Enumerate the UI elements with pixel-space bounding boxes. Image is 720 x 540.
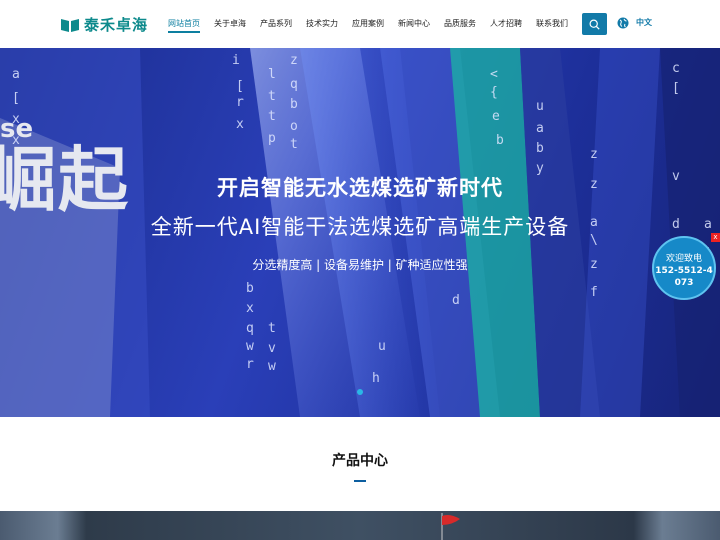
svg-text:e: e (492, 109, 500, 124)
svg-text:b: b (496, 133, 504, 148)
svg-text:z: z (290, 53, 298, 68)
svg-text:[: [ (12, 91, 20, 106)
main-nav: 网站首页 关于卓海 产品系列 技术实力 应用案例 新闻中心 品质服务 人才招聘 … (168, 0, 568, 48)
svg-text:t: t (268, 109, 276, 124)
product-banner[interactable] (0, 511, 720, 540)
page: 泰禾卓海 网站首页 关于卓海 产品系列 技术实力 应用案例 新闻中心 品质服务 … (0, 0, 720, 540)
svg-text:<: < (490, 67, 498, 82)
svg-text:l: l (268, 67, 276, 82)
svg-text:q: q (290, 77, 298, 92)
slider-dot[interactable] (357, 389, 363, 395)
nav-item-careers[interactable]: 人才招聘 (490, 0, 522, 48)
svg-text:[: [ (672, 81, 680, 96)
svg-text:a: a (536, 121, 544, 136)
svg-text:q: q (246, 321, 254, 336)
title-underline (354, 480, 366, 482)
svg-text:h: h (372, 371, 380, 386)
svg-text:b: b (536, 141, 544, 156)
svg-text:r: r (246, 357, 254, 372)
hotline-close-button[interactable]: x (711, 233, 720, 242)
nav-item-service[interactable]: 品质服务 (444, 0, 476, 48)
svg-text:v: v (268, 341, 276, 356)
hotline-widget[interactable]: 欢迎致电 152-5512-4073 (652, 236, 716, 300)
flag-icon (441, 513, 460, 540)
svg-text:a: a (12, 67, 20, 82)
svg-text:x: x (246, 301, 254, 316)
brand-name: 泰禾卓海 (84, 16, 149, 34)
nav-item-contact[interactable]: 联系我们 (536, 0, 568, 48)
svg-text:p: p (268, 131, 276, 146)
search-icon (589, 18, 600, 30)
svg-text:u: u (378, 339, 386, 354)
svg-text:z: z (590, 147, 598, 162)
svg-text:[: [ (236, 79, 244, 94)
products-title: 产品中心 (332, 453, 388, 469)
svg-text:t: t (268, 89, 276, 104)
globe-icon[interactable] (617, 17, 629, 29)
svg-text:r: r (236, 95, 244, 110)
svg-text:x: x (236, 117, 244, 132)
language-switch[interactable]: 中文 (636, 17, 652, 29)
hero-title: 开启智能无水选煤选矿新时代 (217, 176, 503, 200)
svg-text:b: b (246, 281, 254, 296)
svg-text:w: w (246, 339, 254, 354)
hotline-phone: 152-5512-4073 (655, 266, 713, 288)
search-button[interactable] (582, 13, 607, 35)
site-header: 泰禾卓海 网站首页 关于卓海 产品系列 技术实力 应用案例 新闻中心 品质服务 … (0, 0, 720, 48)
nav-item-home[interactable]: 网站首页 (168, 0, 200, 48)
svg-text:{: { (490, 85, 498, 100)
svg-text:b: b (290, 97, 298, 112)
hero-subtitle: 全新一代AI智能干法选煤选矿高端生产设备 (150, 215, 570, 239)
svg-text:o: o (290, 119, 298, 134)
svg-text:w: w (268, 359, 276, 374)
nav-item-products[interactable]: 产品系列 (260, 0, 292, 48)
svg-text:c: c (672, 61, 680, 76)
hero-tags: 分选精度高 | 设备易维护 | 矿种适应性强 (252, 258, 468, 272)
logo-book-icon (61, 19, 79, 32)
svg-text:d: d (452, 293, 460, 308)
nav-item-news[interactable]: 新闻中心 (398, 0, 430, 48)
svg-text:u: u (536, 99, 544, 114)
nav-item-cases[interactable]: 应用案例 (352, 0, 384, 48)
hotline-label: 欢迎致电 (665, 254, 702, 264)
svg-text:f: f (590, 285, 598, 300)
svg-text:i: i (232, 53, 240, 68)
svg-text:t: t (268, 321, 276, 336)
svg-text:t: t (290, 137, 298, 152)
hero-banner: a[x x i[r x lttp zqbot bxqwr tvw dhu <{e b … (0, 48, 720, 417)
logo[interactable]: 泰禾卓海 (60, 14, 148, 36)
nav-item-technology[interactable]: 技术实力 (306, 0, 338, 48)
nav-item-about[interactable]: 关于卓海 (214, 0, 246, 48)
